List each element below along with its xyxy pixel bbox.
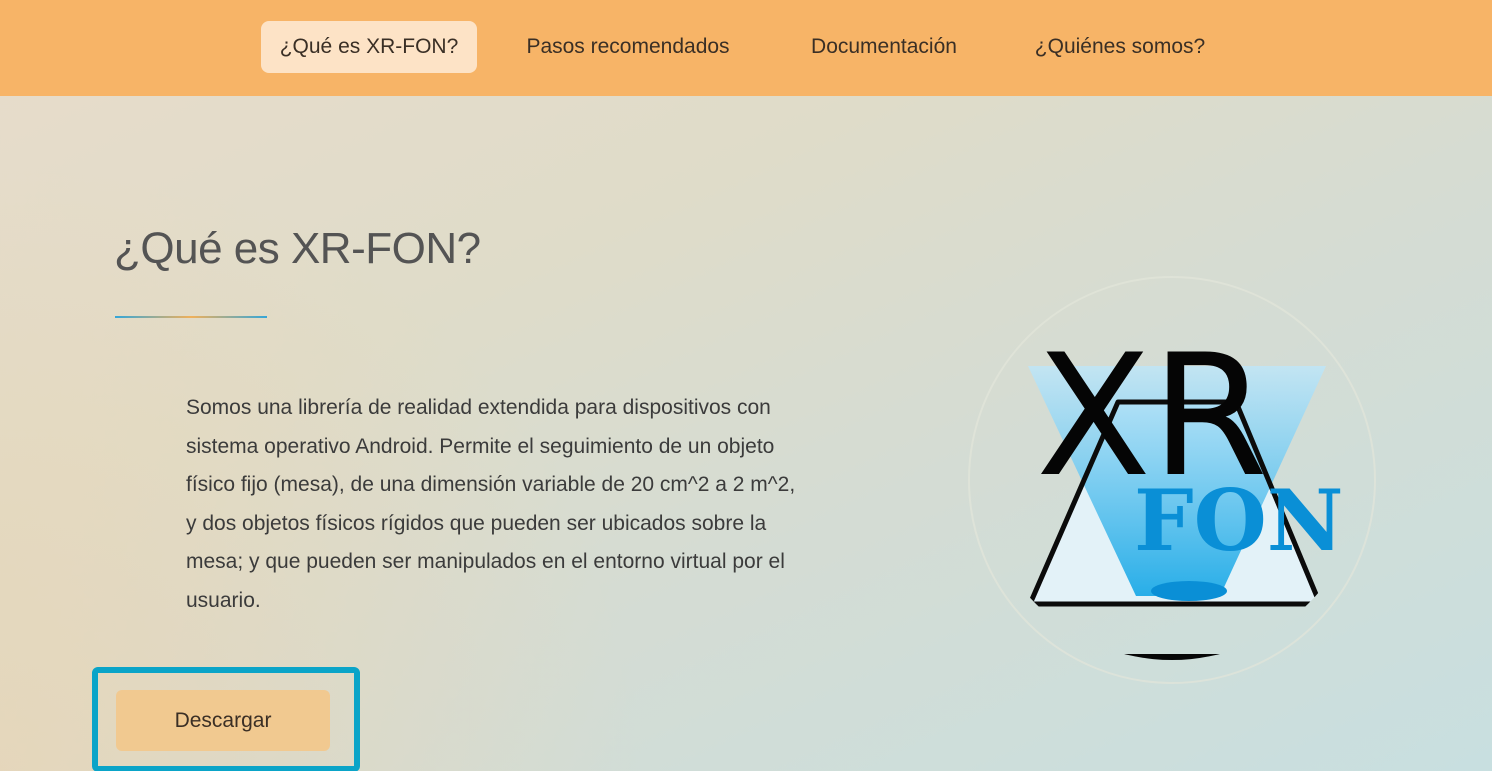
nav-item-que-es[interactable]: ¿Qué es XR-FON?: [261, 21, 477, 73]
xr-fon-logo-icon: XR FON: [966, 274, 1378, 686]
description-text: Somos una librería de realidad extendida…: [186, 396, 796, 612]
logo-fon-text: FON: [1134, 471, 1344, 570]
page-title: ¿Qué es XR-FON?: [114, 224, 481, 273]
nav-item-pasos-recomendados[interactable]: Pasos recomendados: [518, 21, 738, 73]
nav-item-documentacion[interactable]: Documentación: [798, 21, 970, 73]
nav-item-quienes-somos[interactable]: ¿Quiénes somos?: [1028, 21, 1212, 73]
download-button[interactable]: Descargar: [116, 690, 330, 751]
title-underline: [115, 316, 267, 318]
top-navbar: ¿Qué es XR-FON? Pasos recomendados Docum…: [0, 0, 1492, 96]
